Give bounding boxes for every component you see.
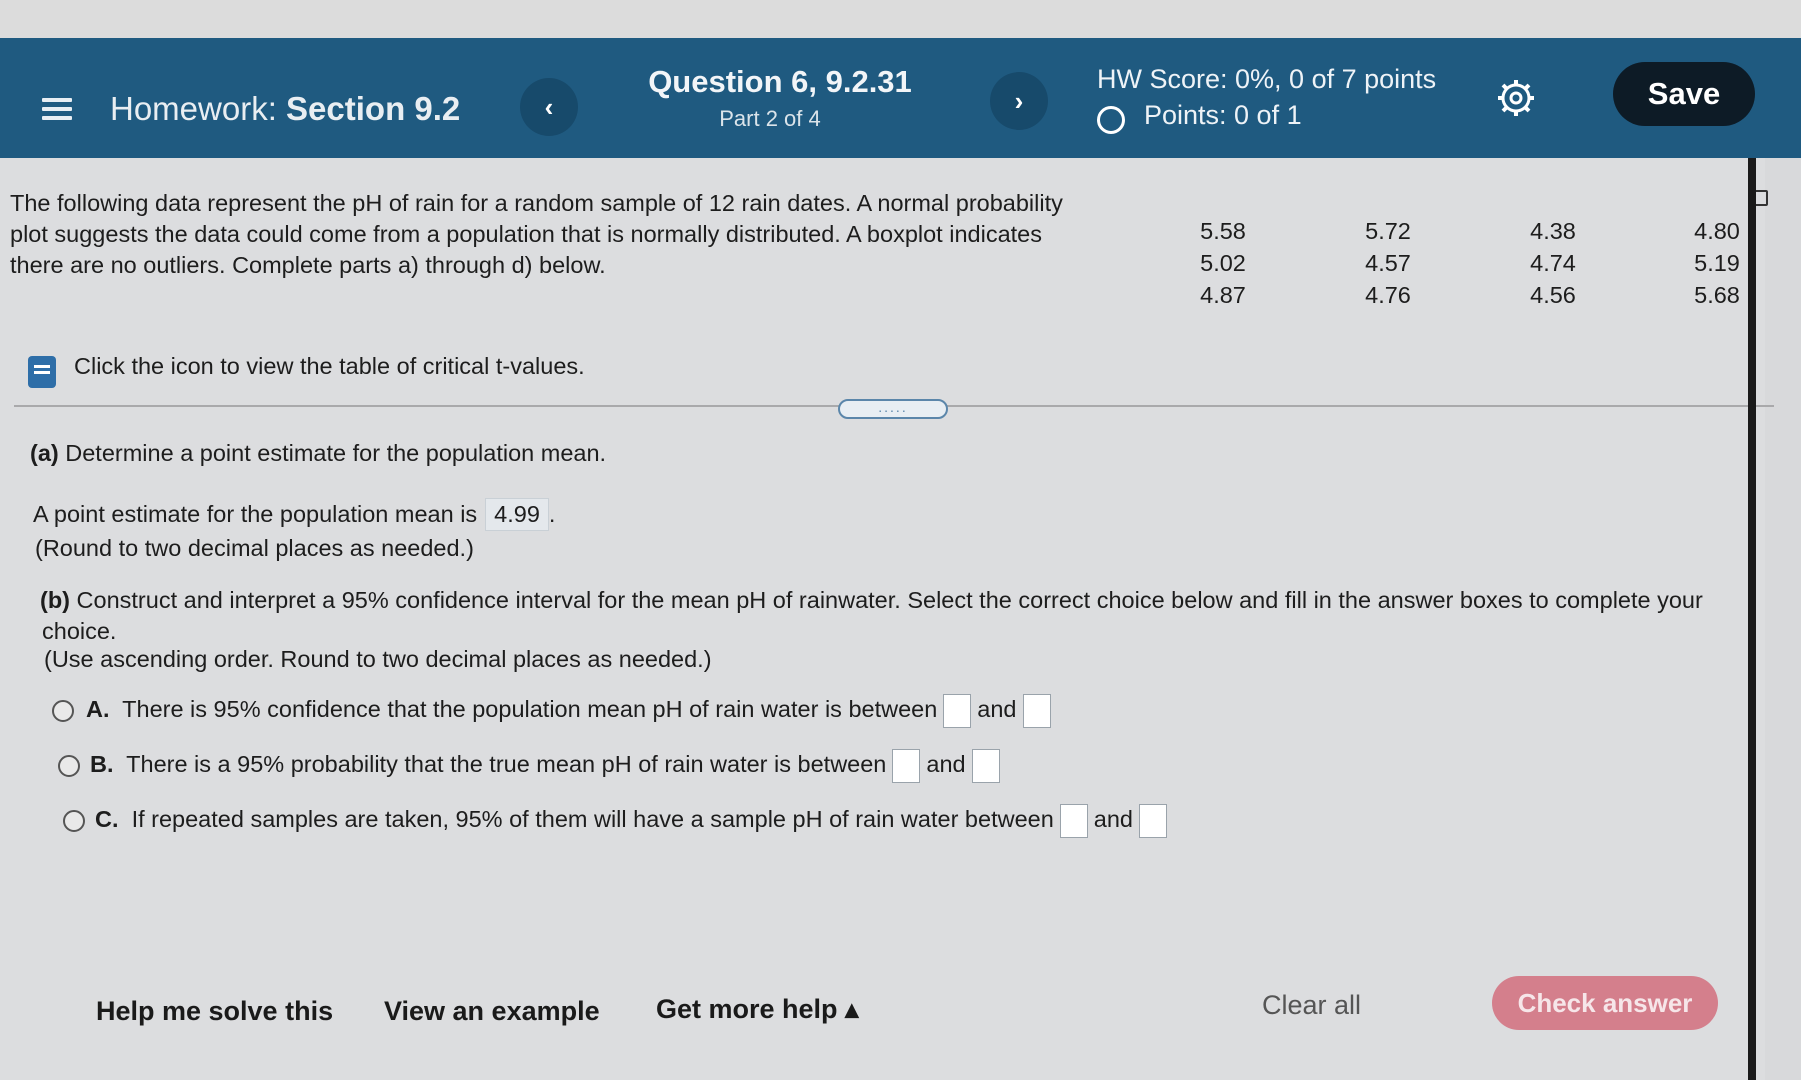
t-values-link[interactable]: Click the icon to view the table of crit…: [74, 353, 585, 380]
intro-line-3: there are no outliers. Complete parts a)…: [10, 252, 606, 278]
part-a-question: Determine a point estimate for the popul…: [65, 440, 607, 466]
upper-bound-input[interactable]: [1022, 694, 1051, 728]
divider-handle[interactable]: .....: [838, 399, 948, 419]
gear-icon[interactable]: [1496, 78, 1536, 118]
window-edge: [1748, 158, 1756, 1080]
choice-text: If repeated samples are taken, 95% of th…: [131, 806, 1054, 833]
data-value: 5.19: [1694, 250, 1740, 276]
data-value: 4.87: [1200, 282, 1246, 308]
answer-prefix: A point estimate for the population mean…: [33, 501, 478, 527]
clear-all-button[interactable]: Clear all: [1262, 990, 1361, 1021]
choice-b-radio[interactable]: [58, 755, 80, 777]
hamburger-icon[interactable]: [42, 98, 72, 120]
lower-bound-input[interactable]: [1059, 804, 1088, 838]
part-b-prompt: (b) Construct and interpret a 95% confid…: [40, 587, 1703, 614]
intro-line-2: plot suggests the data could come from a…: [10, 221, 1042, 247]
problem-intro: The following data represent the pH of r…: [10, 188, 1080, 281]
point-estimate-input[interactable]: 4.99: [485, 498, 549, 531]
check-answer-button[interactable]: Check answer: [1492, 976, 1718, 1030]
part-b-rounding-note: (Use ascending order. Round to two decim…: [44, 646, 712, 672]
question-title: Question 6, 9.2.31: [648, 64, 912, 99]
choice-letter: B.: [90, 751, 114, 778]
choice-c-radio[interactable]: [63, 810, 85, 832]
help-me-solve-button[interactable]: Help me solve this: [96, 996, 333, 1027]
intro-line-1: The following data represent the pH of r…: [10, 190, 1063, 216]
data-value: 4.80: [1694, 218, 1740, 244]
part-a-prompt: (a) Determine a point estimate for the p…: [30, 440, 606, 467]
and-label: and: [977, 696, 1017, 723]
data-value: 5.58: [1200, 218, 1246, 244]
homework-section: Section 9.2: [286, 90, 461, 127]
part-a-label: (a): [30, 440, 59, 466]
chevron-right-icon: ›: [1014, 85, 1024, 116]
book-icon[interactable]: [28, 356, 56, 388]
upper-bound-input[interactable]: [1139, 804, 1167, 838]
points-label: Points: 0 of 1: [1144, 100, 1302, 130]
part-a-answer-line: A point estimate for the population mean…: [33, 498, 555, 531]
question-panel: [0, 158, 1765, 1080]
save-button[interactable]: Save: [1613, 62, 1755, 126]
homework-prefix: Homework:: [110, 90, 277, 127]
data-value: 4.76: [1365, 282, 1411, 308]
part-b-question: Construct and interpret a 95% confidence…: [76, 587, 1703, 613]
choice-text: There is a 95% probability that the true…: [126, 751, 887, 778]
data-value: 5.72: [1365, 218, 1411, 244]
data-value: 5.02: [1200, 250, 1246, 276]
data-value: 4.56: [1530, 282, 1576, 308]
choice-c[interactable]: C. If repeated samples are taken, 95% of…: [95, 804, 1173, 838]
choice-text: There is 95% confidence that the populat…: [122, 696, 938, 723]
choice-letter: A.: [86, 696, 110, 723]
data-value: 4.74: [1530, 250, 1576, 276]
chevron-left-icon: ‹: [544, 91, 554, 122]
choice-b[interactable]: B. There is a 95% probability that the t…: [90, 749, 1006, 783]
next-question-button[interactable]: ›: [990, 72, 1048, 130]
homework-title: Homework: Section 9.2: [110, 90, 460, 128]
top-strip: [0, 0, 1801, 38]
get-more-help-button[interactable]: Get more help ▴: [656, 994, 859, 1025]
lower-bound-input[interactable]: [892, 749, 921, 783]
lower-bound-input[interactable]: [943, 694, 972, 728]
part-b-prompt-cont: choice.: [42, 618, 117, 644]
previous-question-button[interactable]: ‹: [520, 78, 578, 136]
upper-bound-input[interactable]: [971, 749, 1000, 783]
and-label: and: [1093, 806, 1133, 833]
choice-a[interactable]: A. There is 95% confidence that the popu…: [86, 694, 1057, 728]
part-a-rounding-note: (Round to two decimal places as needed.): [35, 535, 474, 561]
choice-letter: C.: [95, 806, 119, 833]
data-value: 5.68: [1694, 282, 1740, 308]
answer-suffix: .: [548, 501, 556, 527]
points-circle-icon: [1097, 106, 1125, 134]
part-b-label: (b): [40, 587, 71, 613]
hw-score[interactable]: HW Score: 0%, 0 of 7 points: [1097, 64, 1436, 95]
data-value: 4.38: [1530, 218, 1576, 244]
question-part: Part 2 of 4: [719, 106, 821, 131]
data-value: 4.57: [1365, 250, 1411, 276]
choice-a-radio[interactable]: [52, 700, 74, 722]
view-example-button[interactable]: View an example: [384, 996, 600, 1027]
and-label: and: [926, 751, 966, 778]
